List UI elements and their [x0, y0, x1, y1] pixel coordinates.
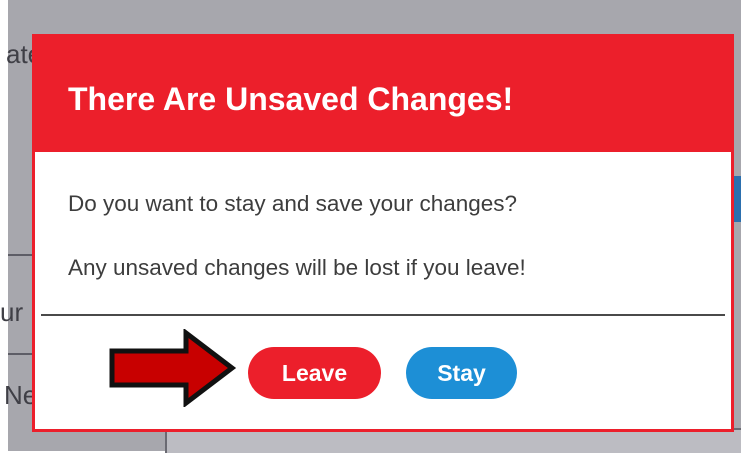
background-divider [8, 254, 34, 256]
right-arrow-icon [109, 329, 237, 407]
dialog-header: There Are Unsaved Changes! [35, 37, 731, 152]
dialog-message-line1: Do you want to stay and save your change… [68, 191, 518, 216]
stay-button[interactable]: Stay [406, 347, 517, 399]
leave-button[interactable]: Leave [248, 347, 381, 399]
dialog-title: There Are Unsaved Changes! [68, 81, 514, 117]
dialog-message-line2: Any unsaved changes will be lost if you … [68, 255, 526, 280]
background-text-fragment: ur [0, 297, 24, 327]
background-divider [8, 353, 34, 355]
dialog-divider [41, 314, 725, 316]
background-blue-button [733, 176, 741, 222]
